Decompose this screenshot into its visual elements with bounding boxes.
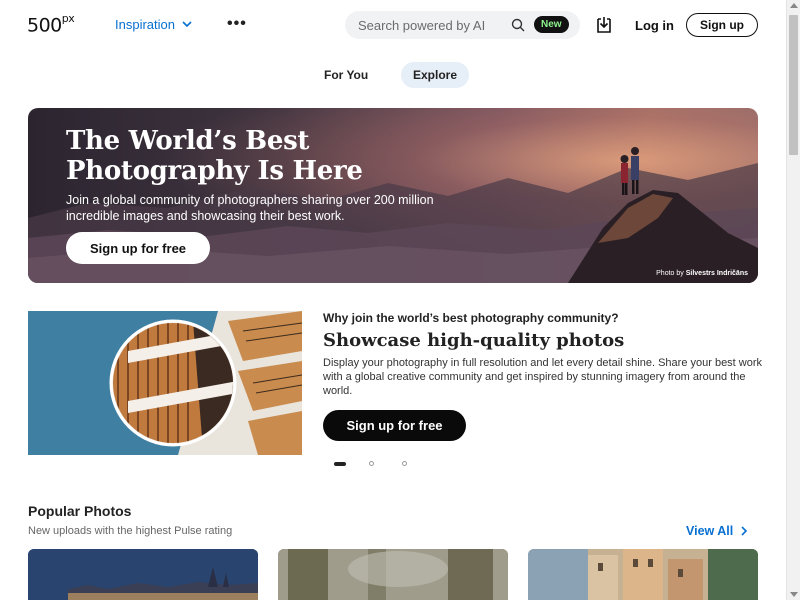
feature-signup-button[interactable]: Sign up for free bbox=[323, 410, 466, 441]
carousel-dot-3[interactable] bbox=[402, 461, 407, 466]
hero-signup-button[interactable]: Sign up for free bbox=[66, 232, 210, 264]
inspiration-label: Inspiration bbox=[115, 17, 175, 32]
feature-heading: Why join the world’s best photography co… bbox=[323, 311, 619, 325]
scroll-up-arrow-icon[interactable] bbox=[790, 3, 798, 8]
feature-description: Display your photography in full resolut… bbox=[323, 357, 763, 397]
more-menu-icon[interactable]: ••• bbox=[227, 15, 247, 33]
hero-title: The World’s Best Photography Is Here bbox=[66, 126, 363, 186]
search-icon[interactable] bbox=[511, 18, 525, 32]
popular-photo-thumbnail[interactable] bbox=[528, 549, 758, 600]
photo-credit[interactable]: Photo by Silvestrs Indričāns bbox=[656, 270, 748, 277]
popular-photos-title: Popular Photos bbox=[28, 503, 132, 519]
new-badge: New bbox=[534, 16, 569, 33]
carousel-dots bbox=[334, 460, 414, 468]
tab-explore[interactable]: Explore bbox=[401, 62, 470, 88]
login-link[interactable]: Log in bbox=[635, 18, 674, 33]
search-input[interactable] bbox=[358, 17, 498, 33]
chevron-right-icon bbox=[741, 526, 748, 536]
popular-photo-thumbnail[interactable] bbox=[28, 549, 258, 600]
view-all-link[interactable]: View All bbox=[686, 524, 748, 538]
carousel-dot-1[interactable] bbox=[334, 462, 346, 466]
hero-subtitle: Join a global community of photographers… bbox=[66, 193, 434, 223]
upload-icon[interactable] bbox=[594, 15, 614, 35]
scroll-down-arrow-icon[interactable] bbox=[790, 592, 798, 597]
feature-title: Showcase high-quality photos bbox=[323, 330, 625, 351]
feature-architecture-image bbox=[28, 311, 302, 455]
carousel-dot-2[interactable] bbox=[369, 461, 374, 466]
inspiration-menu[interactable]: Inspiration bbox=[115, 17, 192, 32]
500px-logo[interactable]: 500px bbox=[27, 12, 75, 36]
tab-for-you[interactable]: For You bbox=[312, 62, 380, 88]
top-navigation-bar: 500px Inspiration ••• New Log in Sign up bbox=[0, 0, 786, 50]
hero-banner: The World’s Best Photography Is Here Joi… bbox=[28, 108, 758, 283]
search-bar[interactable]: New bbox=[345, 11, 580, 39]
chevron-down-icon bbox=[182, 21, 192, 28]
popular-photo-thumbnail[interactable] bbox=[278, 549, 508, 600]
scrollbar-thumb[interactable] bbox=[789, 15, 798, 155]
page-scrollbar[interactable] bbox=[786, 0, 800, 600]
popular-photos-subtitle: New uploads with the highest Pulse ratin… bbox=[28, 525, 233, 537]
signup-button[interactable]: Sign up bbox=[686, 13, 758, 37]
